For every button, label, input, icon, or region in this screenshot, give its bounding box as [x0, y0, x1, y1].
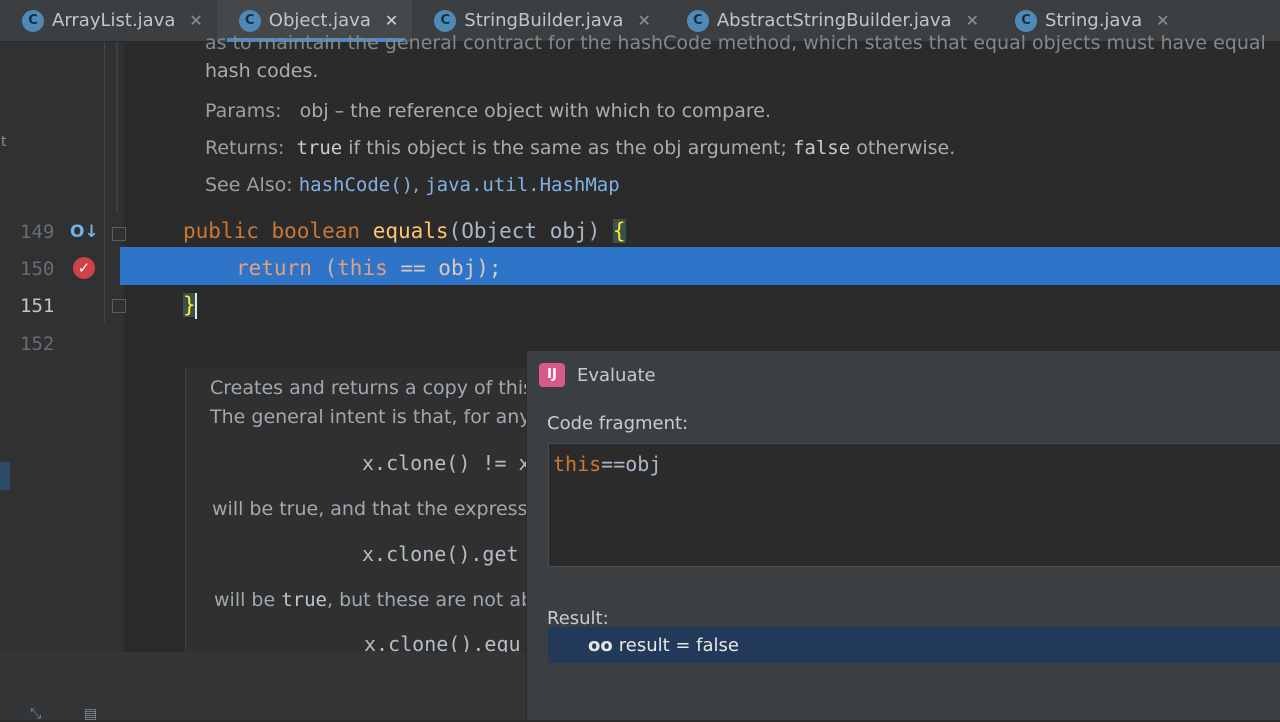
doc-line: hash codes. — [205, 60, 319, 82]
returns-mid: if this object is the same as the obj ar… — [342, 137, 793, 159]
doc-line: The general intent is that, for any o — [210, 406, 549, 428]
tab-label: Object.java — [268, 10, 371, 31]
code-line-149[interactable]: public boolean equals(Object obj) { — [183, 219, 626, 243]
watch-glasses-icon: oo — [588, 634, 613, 656]
returns-true: true — [296, 137, 343, 159]
doc-line: as to maintain the general contract for … — [205, 32, 1266, 54]
line-number: 149 — [20, 221, 55, 243]
evaluate-dialog: IJ Evaluate Code fragment: this==obj Res… — [526, 350, 1280, 720]
tab-label: String.java — [1044, 10, 1143, 31]
doc-line: will be true, and that the expressio — [212, 498, 545, 520]
params-text: obj – the reference object with which to… — [299, 100, 772, 122]
line-number: 152 — [20, 333, 55, 355]
fold-icon[interactable] — [112, 299, 126, 313]
java-class-icon: C — [434, 9, 457, 32]
debug-tool-icon[interactable]: ⤡ — [30, 706, 52, 722]
intellij-icon: IJ — [539, 363, 565, 387]
doc-returns: Returns: true if this object is the same… — [205, 137, 955, 159]
returns-label: Returns: — [205, 137, 285, 159]
close-icon[interactable]: ✕ — [1156, 11, 1169, 30]
see-also-label: See Also: — [205, 174, 293, 196]
close-icon[interactable]: ✕ — [189, 11, 202, 30]
link-hashcode[interactable]: hashCode() — [299, 174, 413, 196]
params-label: Params: — [205, 100, 282, 122]
frames-icon[interactable]: ▤ — [84, 706, 106, 722]
close-icon[interactable]: ✕ — [637, 11, 650, 30]
dialog-title: Evaluate — [577, 365, 656, 386]
breakpoint-icon[interactable]: ✓ — [73, 257, 95, 279]
tab-label: AbstractStringBuilder.java — [716, 10, 952, 31]
fold-icon[interactable] — [112, 227, 126, 241]
java-class-icon: C — [686, 9, 709, 32]
result-value: result = false — [618, 634, 740, 656]
result-row[interactable]: oo result = false — [548, 627, 1280, 663]
tab-label: ArrayList.java — [52, 10, 176, 31]
code-line-151[interactable]: } — [183, 293, 196, 317]
line-number: 150 — [20, 258, 55, 280]
doc-line: will be true, but these are not abs — [214, 589, 543, 611]
doc-see-also: See Also: hashCode(), java.util.HashMap — [205, 174, 620, 196]
doc-code: x.clone() != x — [362, 451, 531, 475]
text-caret — [195, 293, 197, 319]
doc-line: Creates and returns a copy of this o — [210, 377, 551, 399]
tab-label: StringBuilder.java — [464, 10, 624, 31]
code-line-150[interactable]: return (this == obj); — [236, 256, 502, 280]
java-class-icon: C — [238, 9, 261, 32]
tab-arraylist[interactable]: C ArrayList.java ✕ — [0, 0, 217, 42]
java-class-icon: C — [1014, 9, 1037, 32]
returns-end: otherwise. — [850, 137, 956, 159]
java-class-icon: C — [22, 9, 44, 32]
overrides-method-icon[interactable]: O↓ — [70, 222, 99, 242]
returns-false: false — [792, 137, 851, 159]
link-hashmap[interactable]: java.util.HashMap — [425, 174, 619, 196]
code-fragment-label: Code fragment: — [547, 413, 689, 434]
doc-params: Params: obj – the reference object with … — [205, 100, 771, 122]
result-label: Result: — [547, 608, 609, 629]
doc-code: x.clone().get — [362, 542, 519, 566]
tool-window-selected[interactable] — [0, 462, 10, 490]
tool-window-strip: t — [0, 42, 12, 720]
line-number: 151 — [20, 295, 55, 317]
close-icon[interactable]: ✕ — [385, 11, 398, 30]
code-fragment-input[interactable]: this==obj — [548, 443, 1280, 567]
close-icon[interactable]: ✕ — [966, 11, 979, 30]
